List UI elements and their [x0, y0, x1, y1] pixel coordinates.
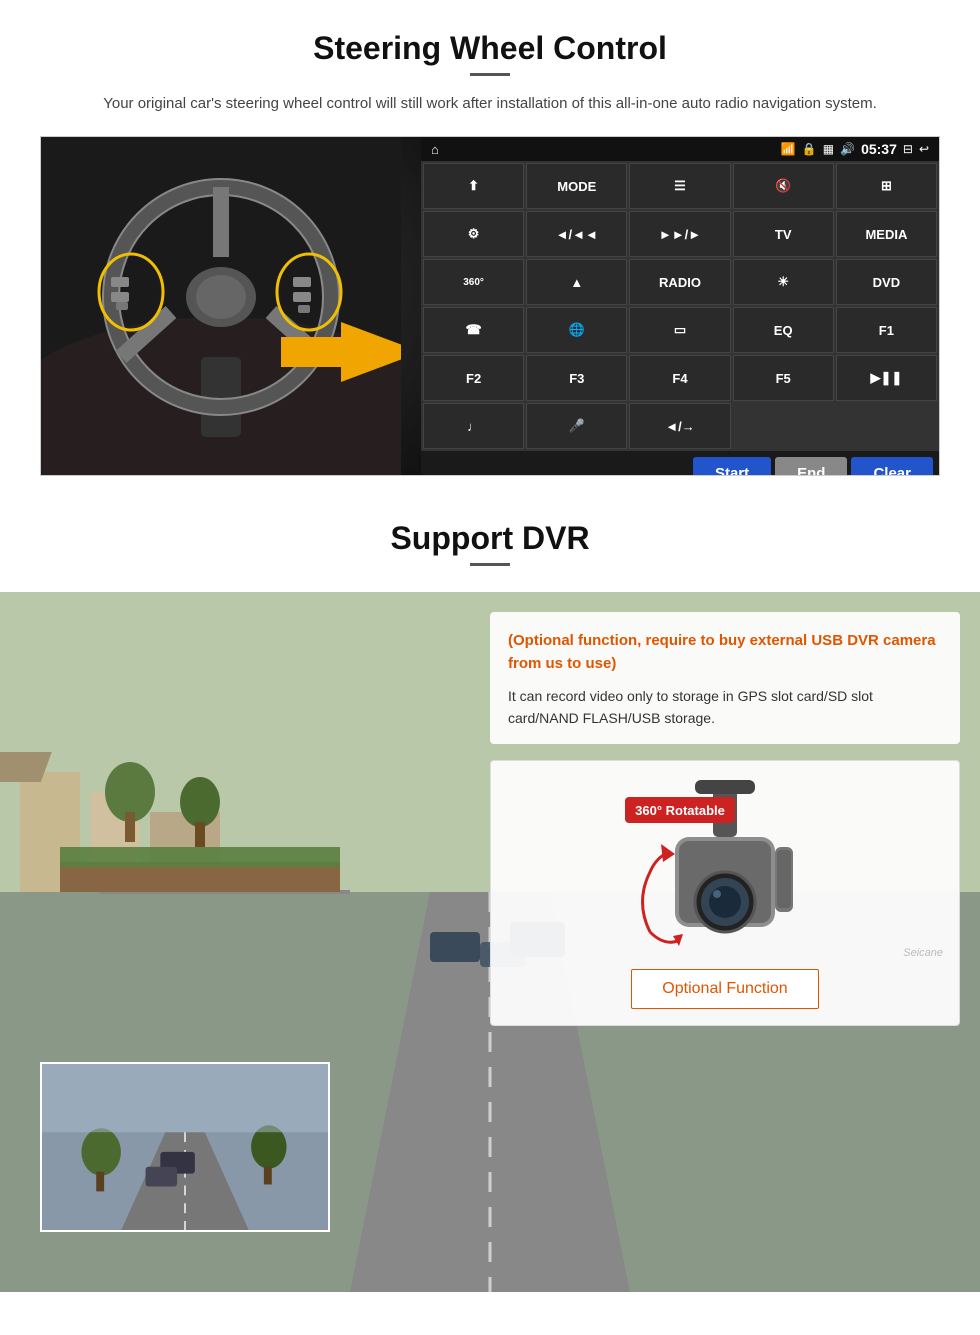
dvr-overlay: (Optional function, require to buy exter… — [0, 592, 980, 1292]
steering-wheel-section: Steering Wheel Control Your original car… — [0, 0, 980, 496]
home-icon[interactable]: ⌂ — [431, 142, 439, 157]
btn-menu[interactable]: ☰ — [629, 163, 730, 209]
dvr-small-photo — [40, 1062, 330, 1232]
btn-mic[interactable]: 🎤 — [526, 403, 627, 449]
clear-button[interactable]: Clear — [851, 457, 933, 476]
status-icons: 📶 🔒 ▦ 🔊 05:37 ⊟ ↩ — [781, 141, 929, 157]
steering-panel: ⌂ 📶 🔒 ▦ 🔊 05:37 ⊟ ↩ ⬆ MODE ☰ 🔇 ⊞ ⚙ — [40, 136, 940, 476]
watermark-label: Seicane — [903, 947, 943, 959]
btn-dvd[interactable]: DVD — [836, 259, 937, 305]
btn-volmute[interactable]: ◄/→ — [629, 403, 730, 449]
dvr-left-panel — [0, 592, 480, 1292]
camera-product-box: 360° Rotatable — [490, 760, 960, 1026]
btn-cam360[interactable]: 360° — [423, 259, 524, 305]
grid-icon: ▦ — [823, 142, 834, 156]
empty-cell-1 — [733, 403, 834, 449]
dvr-optional-text: (Optional function, require to buy exter… — [508, 630, 942, 675]
btn-prev[interactable]: ◄/◄◄ — [526, 211, 627, 257]
btn-f3[interactable]: F3 — [526, 355, 627, 401]
btn-phone[interactable]: ☎ — [423, 307, 524, 353]
section1-title: Steering Wheel Control — [40, 30, 940, 67]
ui-panel: ⌂ 📶 🔒 ▦ 🔊 05:37 ⊟ ↩ ⬆ MODE ☰ 🔇 ⊞ ⚙ — [421, 137, 939, 475]
window-icon: ⊟ — [903, 142, 913, 156]
btn-web[interactable]: 🌐 — [526, 307, 627, 353]
btn-music[interactable]: ♩ — [423, 403, 524, 449]
action-bar: Start End Clear — [421, 451, 939, 476]
status-bar: ⌂ 📶 🔒 ▦ 🔊 05:37 ⊟ ↩ — [421, 137, 939, 161]
btn-next[interactable]: ►►/► — [629, 211, 730, 257]
camera-svg: 360° Rotatable — [595, 772, 855, 962]
btn-eq[interactable]: EQ — [733, 307, 834, 353]
btn-media[interactable]: MEDIA — [836, 211, 937, 257]
btn-bright[interactable]: ☀ — [733, 259, 834, 305]
back-icon: ↩ — [919, 142, 929, 156]
dvr-info-box: (Optional function, require to buy exter… — [490, 612, 960, 744]
lock-icon: 🔒 — [802, 142, 817, 156]
btn-nav[interactable]: ⬆ — [423, 163, 524, 209]
btn-settings[interactable]: ⚙ — [423, 211, 524, 257]
btn-f5[interactable]: F5 — [733, 355, 834, 401]
btn-tv[interactable]: TV — [733, 211, 834, 257]
title-divider — [470, 73, 510, 76]
btn-mode[interactable]: MODE — [526, 163, 627, 209]
btn-f4[interactable]: F4 — [629, 355, 730, 401]
empty-cell-2 — [836, 403, 937, 449]
dvr-title: Support DVR — [40, 520, 940, 557]
wifi-icon: 📶 — [781, 142, 796, 156]
btn-f2[interactable]: F2 — [423, 355, 524, 401]
button-grid: ⬆ MODE ☰ 🔇 ⊞ ⚙ ◄/◄◄ ►►/► TV MEDIA 360° ▲… — [421, 161, 939, 451]
dvr-right-panel: (Optional function, require to buy exter… — [480, 592, 980, 1292]
time-display: 05:37 — [861, 141, 897, 157]
steering-wheel-photo — [41, 137, 421, 475]
dvr-content: (Optional function, require to buy exter… — [0, 592, 980, 1292]
btn-apps[interactable]: ⊞ — [836, 163, 937, 209]
steering-wheel-svg — [41, 137, 401, 475]
btn-radio[interactable]: RADIO — [629, 259, 730, 305]
camera-visual: 360° Rotatable — [595, 777, 855, 957]
svg-text:360° Rotatable: 360° Rotatable — [635, 803, 725, 818]
btn-screen[interactable]: ▭ — [629, 307, 730, 353]
dvr-title-divider — [470, 563, 510, 566]
steering-wheel-image — [41, 137, 421, 475]
start-button[interactable]: Start — [693, 457, 771, 476]
sound-icon: 🔊 — [840, 142, 855, 156]
end-button[interactable]: End — [775, 457, 847, 476]
dvr-section: Support DVR — [0, 496, 980, 1292]
dvr-desc-text: It can record video only to storage in G… — [508, 685, 942, 730]
btn-mute[interactable]: 🔇 — [733, 163, 834, 209]
btn-eject[interactable]: ▲ — [526, 259, 627, 305]
btn-playpause[interactable]: ▶❚❚ — [836, 355, 937, 401]
optional-function-button[interactable]: Optional Function — [631, 969, 818, 1009]
btn-f1[interactable]: F1 — [836, 307, 937, 353]
section1-description: Your original car's steering wheel contr… — [40, 92, 940, 116]
small-photo-svg — [42, 1062, 328, 1232]
dvr-title-area: Support DVR — [0, 496, 980, 592]
